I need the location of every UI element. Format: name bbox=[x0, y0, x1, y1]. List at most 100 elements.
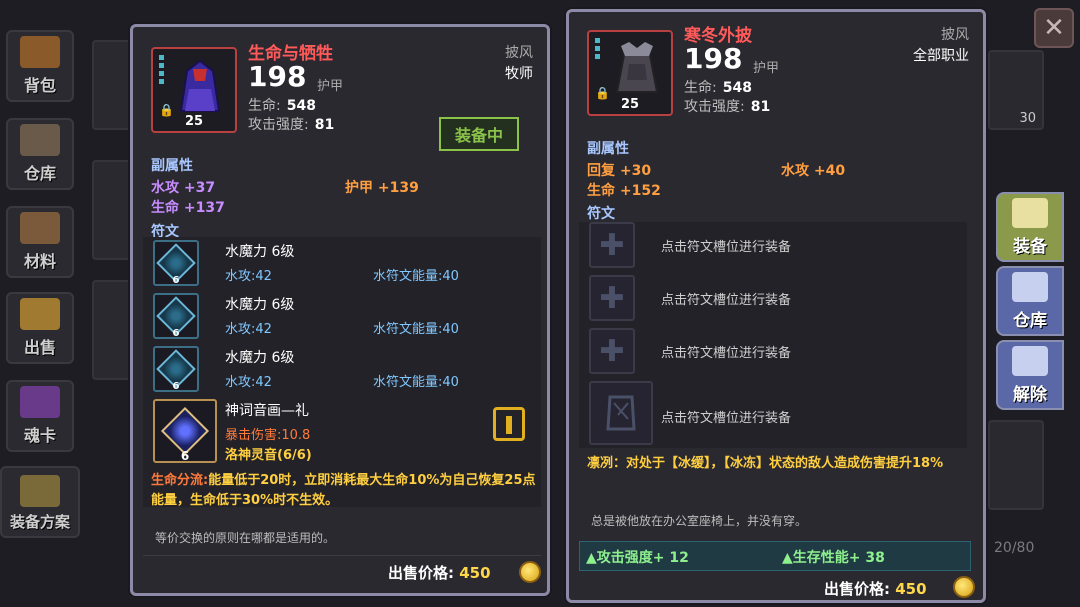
atk-label: 攻击强度: bbox=[684, 99, 745, 115]
flavor-text: 等价交换的原则在哪都是适用的。 bbox=[155, 531, 336, 545]
atk-value: 81 bbox=[314, 117, 335, 133]
sidebar-item-equip-sets[interactable]: 装备方案 bbox=[0, 466, 80, 538]
card-icon bbox=[20, 386, 60, 418]
rune-level: 6 bbox=[172, 381, 180, 392]
armor-label: 护甲 bbox=[753, 61, 780, 76]
item-level: 25 bbox=[184, 114, 204, 129]
tab-storage[interactable]: 仓库 bbox=[996, 266, 1064, 336]
capacity-label: 20/80 bbox=[994, 540, 1035, 556]
tab-label: 仓库 bbox=[1013, 311, 1047, 331]
atk-label: 攻击强度: bbox=[248, 117, 309, 133]
rune-energy: 水符文能量:40 bbox=[373, 375, 459, 390]
hp-value: 548 bbox=[286, 98, 316, 114]
rune-name: 水魔力 6级 bbox=[225, 244, 295, 260]
rune-name: 水魔力 6级 bbox=[225, 297, 295, 313]
empty-special-rune-slot[interactable] bbox=[589, 381, 653, 445]
inventory-slot bbox=[92, 280, 132, 380]
sub-attributes-title: 副属性 bbox=[587, 141, 629, 157]
hp-stat: 生命: 548 bbox=[248, 95, 316, 115]
rune-level: 6 bbox=[172, 275, 180, 286]
game-screen: 背包 仓库 材料 出售 魂卡 装备方案 30 20/80 ✕ 装备 仓库 解除 … bbox=[0, 0, 1080, 607]
item-type: 披风 bbox=[505, 45, 533, 61]
inventory-slot bbox=[92, 40, 132, 130]
passive-effect: 生命分流:能量低于20时，立即消耗最大生命10%为自己恢复25点能量，生命低于3… bbox=[151, 471, 539, 511]
runes-area bbox=[143, 237, 541, 507]
sidebar-item-label: 仓库 bbox=[23, 164, 56, 183]
armor-set-icon bbox=[20, 475, 60, 507]
empty-rune-slot[interactable]: ✚ bbox=[589, 275, 635, 321]
winter-cloak-icon bbox=[615, 42, 659, 93]
close-button[interactable]: ✕ bbox=[1034, 8, 1074, 48]
special-rune-slot[interactable]: 6 bbox=[153, 399, 217, 463]
tab-label: 解除 bbox=[1013, 385, 1047, 405]
rune-name: 神词音画—礼 bbox=[225, 403, 309, 419]
materials-icon bbox=[20, 212, 60, 244]
empty-rune-slot[interactable]: ✚ bbox=[589, 222, 635, 268]
divine-rune-icon bbox=[160, 406, 210, 456]
rune-slot[interactable]: 6 bbox=[153, 293, 199, 339]
castle-icon bbox=[1012, 272, 1048, 302]
tab-unequip[interactable]: 解除 bbox=[996, 340, 1064, 410]
rune-level: 6 bbox=[180, 449, 190, 463]
hp-label: 生命: bbox=[248, 98, 281, 114]
coin-icon bbox=[953, 576, 975, 598]
sidebar-item-bag[interactable]: 背包 bbox=[6, 30, 74, 102]
sub-attributes-title: 副属性 bbox=[151, 158, 193, 174]
rune-set: 洛神灵音(6/6) bbox=[225, 448, 312, 463]
sidebar-item-label: 装备方案 bbox=[9, 513, 70, 531]
slot-count: 30 bbox=[1019, 111, 1036, 126]
atk-stat: 攻击强度: 81 bbox=[248, 114, 334, 134]
sidebar-item-storage[interactable]: 仓库 bbox=[6, 118, 74, 190]
price-label: 出售价格: bbox=[388, 564, 454, 582]
rune-level: 6 bbox=[172, 328, 180, 339]
passive-label: 生命分流: bbox=[151, 473, 209, 488]
info-icon[interactable] bbox=[493, 407, 525, 441]
price-value: 450 bbox=[459, 564, 491, 582]
item-class: 牧师 bbox=[505, 66, 533, 82]
empty-rune-slot[interactable]: ✚ bbox=[589, 328, 635, 374]
sub-attribute: 回复 +30 bbox=[587, 163, 652, 179]
sidebar-item-label: 魂卡 bbox=[23, 426, 56, 445]
armor-value: 198 bbox=[248, 60, 307, 93]
rune-slot[interactable]: 6 bbox=[153, 240, 199, 286]
sidebar-item-materials[interactable]: 材料 bbox=[6, 206, 74, 278]
close-icon: ✕ bbox=[1043, 13, 1065, 43]
rune-slot[interactable]: 6 bbox=[153, 346, 199, 392]
atk-bonus: ▲攻击强度+ 12 bbox=[586, 550, 689, 566]
item-class: 全部职业 bbox=[913, 48, 969, 64]
chest-icon bbox=[20, 36, 60, 68]
survival-bonus: ▲生存性能+ 38 bbox=[782, 550, 885, 566]
item-thumbnail[interactable]: 🔒 25 bbox=[151, 47, 237, 133]
unlock-icon bbox=[1012, 346, 1048, 376]
price-value: 450 bbox=[895, 580, 927, 598]
comparison-bar: ▲攻击强度+ 12 ▲生存性能+ 38 bbox=[579, 541, 971, 571]
armor-value: 198 bbox=[684, 42, 743, 75]
item-level: 25 bbox=[620, 97, 640, 112]
sell-price: 出售价格: 450 bbox=[824, 578, 927, 599]
sub-attribute: 水攻 +37 bbox=[151, 180, 216, 196]
hp-label: 生命: bbox=[684, 80, 717, 96]
inventory-slot bbox=[988, 420, 1044, 510]
sidebar-item-label: 材料 bbox=[23, 252, 56, 271]
sub-attribute: 生命 +152 bbox=[587, 183, 661, 199]
compare-item-panel: 🔒 25 寒冬外披 198 护甲 生命: 548 攻击强度: 81 披风 全部职业 … bbox=[566, 9, 986, 603]
sub-attribute: 水攻 +40 bbox=[781, 163, 846, 179]
empty-slot-hint: 点击符文槽位进行装备 bbox=[661, 240, 792, 255]
equipped-item-panel: 🔒 25 生命与牺牲 198 护甲 生命: 548 攻击强度: 81 披风 牧师 装… bbox=[130, 24, 550, 596]
hp-value: 548 bbox=[722, 80, 752, 96]
sidebar-item-label: 背包 bbox=[23, 76, 56, 95]
item-thumbnail[interactable]: 🔒 25 bbox=[587, 30, 673, 116]
sidebar-item-label: 出售 bbox=[23, 338, 56, 357]
equipped-badge: 装备中 bbox=[439, 117, 520, 151]
tab-equip[interactable]: 装备 bbox=[996, 192, 1064, 262]
price-label: 出售价格: bbox=[824, 580, 890, 598]
inventory-slot bbox=[92, 160, 132, 260]
storage-icon bbox=[20, 124, 60, 156]
rune-energy: 水符文能量:40 bbox=[373, 269, 459, 284]
sidebar-item-sell[interactable]: 出售 bbox=[6, 292, 74, 364]
socket-dots bbox=[595, 38, 600, 59]
atk-value: 81 bbox=[750, 99, 771, 115]
rune-stat: 水攻:42 bbox=[225, 269, 272, 284]
passive-effect: 凛冽：对处于【冰缓】，【冰冻】状态的敌人造成伤害提升18% bbox=[587, 456, 944, 471]
sidebar-item-soul-cards[interactable]: 魂卡 bbox=[6, 380, 74, 452]
